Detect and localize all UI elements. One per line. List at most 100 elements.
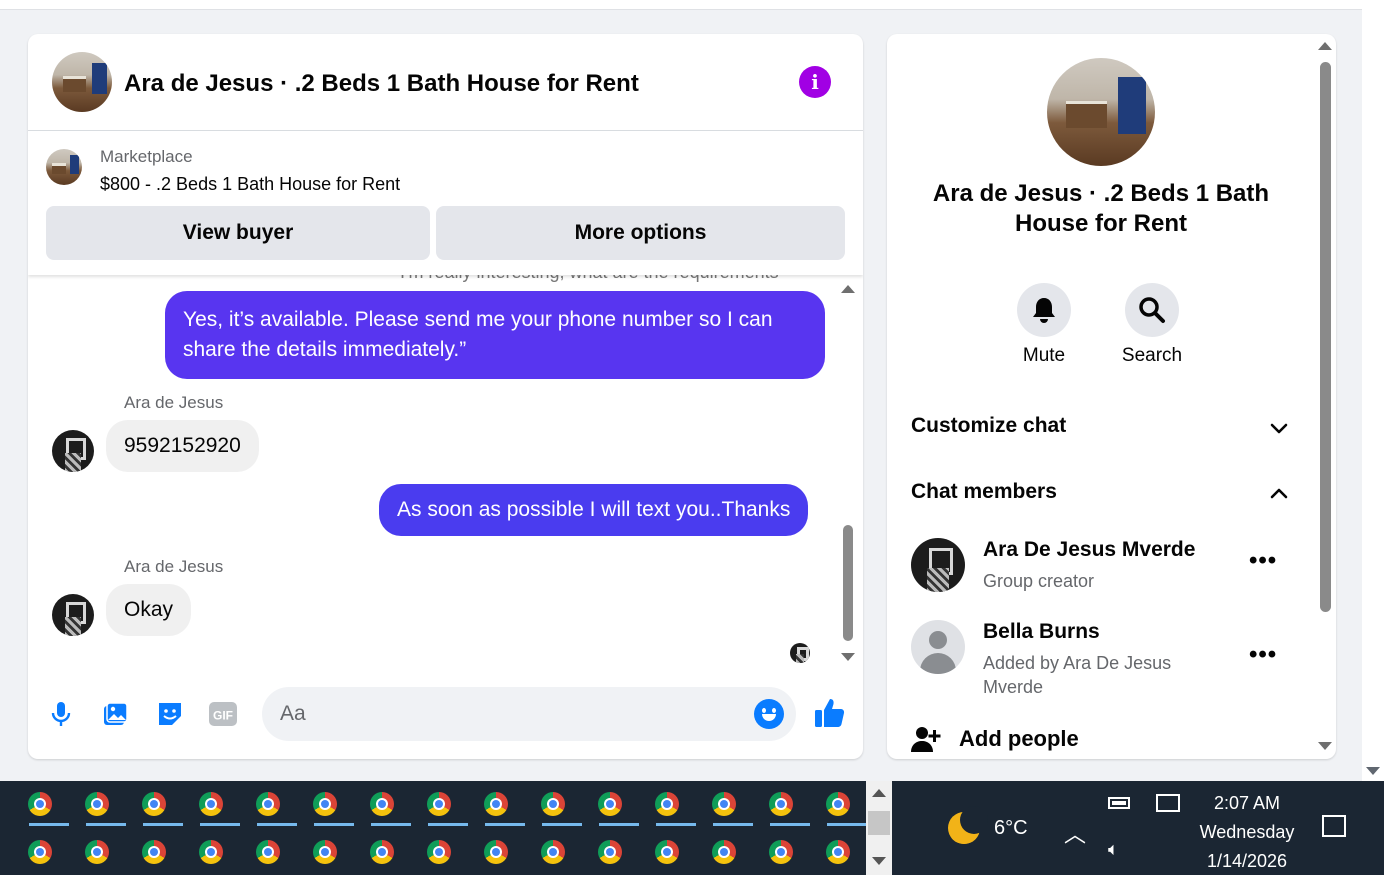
customize-chat-section[interactable]: Customize chat	[911, 414, 1291, 438]
chat-members-section[interactable]: Chat members	[911, 480, 1291, 504]
message-input[interactable]: Aa	[262, 687, 796, 741]
chrome-window-icon[interactable]	[826, 840, 850, 864]
listing-avatar[interactable]	[52, 52, 112, 112]
chrome-window-icon[interactable]	[484, 792, 508, 816]
sender-name: Ara de Jesus	[124, 393, 224, 412]
chrome-window-icon[interactable]	[598, 792, 622, 816]
outgoing-message[interactable]: As soon as possible I will text you..Tha…	[379, 484, 809, 536]
message-scrollbar-thumb[interactable]	[843, 525, 853, 641]
running-indicator	[656, 823, 696, 826]
weather-moon-icon[interactable]	[948, 806, 988, 844]
chrome-window-icon[interactable]	[85, 792, 109, 816]
browser-top-edge	[0, 0, 1362, 10]
page-scrollbar[interactable]	[1362, 0, 1384, 781]
chat-header: Ara de Jesus · .2 Beds 1 Bath House for …	[28, 34, 863, 131]
chrome-window-icon[interactable]	[769, 840, 793, 864]
chrome-window-icon[interactable]	[712, 792, 736, 816]
chrome-window-icon[interactable]	[370, 792, 394, 816]
chrome-window-icon[interactable]	[313, 792, 337, 816]
scroll-down-arrow-icon[interactable]	[872, 857, 886, 865]
view-buyer-button[interactable]: View buyer	[46, 206, 430, 260]
mute-button[interactable]: Mute	[994, 283, 1094, 367]
taskbar-scrollbar[interactable]	[866, 781, 892, 875]
listing-title[interactable]: $800 - .2 Beds 1 Bath House for Rent	[100, 174, 400, 195]
chrome-window-icon[interactable]	[199, 840, 223, 864]
chrome-window-icon[interactable]	[142, 840, 166, 864]
gif-icon[interactable]: GIF	[208, 699, 238, 729]
clock-day: Wednesday	[1199, 822, 1295, 842]
chrome-window-icon[interactable]	[199, 792, 223, 816]
chrome-window-icon[interactable]	[28, 792, 52, 816]
clock[interactable]: 2:07 AM Wednesday 1/14/2026	[1190, 789, 1304, 875]
chrome-window-icon[interactable]	[28, 840, 52, 864]
chrome-window-icon[interactable]	[370, 840, 394, 864]
chrome-window-icon[interactable]	[655, 792, 679, 816]
chat-members-label: Chat members	[911, 480, 1057, 503]
chrome-window-icon[interactable]	[313, 840, 337, 864]
taskbar-scroll-thumb[interactable]	[868, 811, 890, 835]
mute-label: Mute	[1022, 345, 1066, 366]
thumbs-up-icon[interactable]	[812, 695, 848, 731]
chrome-window-icon[interactable]	[541, 840, 565, 864]
chrome-window-icon[interactable]	[712, 840, 736, 864]
show-hidden-icons-icon[interactable]: ︿	[1064, 817, 1086, 849]
svg-text:GIF: GIF	[213, 709, 233, 723]
conversation-info-panel: Ara de Jesus · .2 Beds 1 Bath House for …	[887, 34, 1336, 759]
chrome-window-icon[interactable]	[427, 840, 451, 864]
search-label: Search	[1121, 345, 1183, 366]
outgoing-message[interactable]: Yes, it’s available. Please send me your…	[165, 291, 825, 379]
chrome-window-icon[interactable]	[826, 792, 850, 816]
add-people-label: Add people	[959, 726, 1079, 751]
partially-hidden-message: I'm really interesting, what are the req…	[400, 275, 779, 283]
chrome-window-icon[interactable]	[598, 840, 622, 864]
emoji-icon[interactable]	[754, 699, 784, 729]
chrome-window-icon[interactable]	[256, 792, 280, 816]
chrome-window-icon[interactable]	[484, 840, 508, 864]
more-options-icon[interactable]: •••	[1249, 643, 1277, 667]
chrome-window-icon[interactable]	[769, 792, 793, 816]
scroll-down-arrow-icon[interactable]	[1318, 742, 1332, 750]
message-list[interactable]: I'm really interesting, what are the req…	[28, 275, 863, 675]
conversation-avatar[interactable]	[1047, 58, 1155, 166]
sticker-icon[interactable]	[155, 699, 185, 729]
chrome-window-icon[interactable]	[541, 792, 565, 816]
running-indicator	[428, 823, 468, 826]
chrome-window-icon[interactable]	[655, 840, 679, 864]
network-icon[interactable]	[1156, 794, 1180, 812]
member-name: Bella Burns	[983, 620, 1100, 643]
sender-avatar[interactable]	[52, 430, 94, 472]
scroll-up-arrow-icon[interactable]	[872, 789, 886, 797]
incoming-message[interactable]: 9592152920	[106, 420, 259, 472]
battery-icon[interactable]	[1108, 797, 1130, 809]
marketplace-label: Marketplace	[100, 147, 193, 166]
chrome-window-icon[interactable]	[256, 840, 280, 864]
scroll-up-arrow-icon[interactable]	[841, 285, 855, 293]
member-avatar[interactable]	[911, 620, 965, 674]
volume-icon[interactable]: 🔈︎	[1108, 839, 1119, 860]
incoming-message[interactable]: Okay	[106, 584, 192, 636]
chrome-window-icon[interactable]	[85, 840, 109, 864]
scroll-down-arrow-icon[interactable]	[841, 653, 855, 661]
scroll-up-arrow-icon[interactable]	[1318, 42, 1332, 50]
composer-bar: GIF Aa	[28, 675, 863, 759]
photo-icon[interactable]	[100, 699, 130, 729]
chrome-window-icon[interactable]	[142, 792, 166, 816]
listing-thumbnail[interactable]	[46, 149, 82, 185]
member-role: Added by Ara De Jesus Mverde	[983, 653, 1172, 697]
add-person-icon	[911, 727, 941, 752]
windows-taskbar: 6°C ︿ 🔈︎ 2:07 AM Wednesday 1/14/2026	[0, 781, 1384, 875]
microphone-icon[interactable]	[46, 699, 76, 729]
chrome-window-icon[interactable]	[427, 792, 451, 816]
sender-avatar[interactable]	[52, 594, 94, 636]
weather-temperature[interactable]: 6°C	[994, 817, 1028, 840]
info-icon[interactable]: i	[799, 66, 831, 98]
search-button[interactable]: Search	[1102, 283, 1202, 367]
more-options-icon[interactable]: •••	[1249, 549, 1277, 573]
notification-icon[interactable]	[1322, 815, 1346, 837]
chat-title[interactable]: Ara de Jesus · .2 Beds 1 Bath House for …	[124, 70, 639, 98]
scroll-down-arrow-icon[interactable]	[1366, 767, 1380, 775]
running-indicator	[143, 823, 183, 826]
member-avatar[interactable]	[911, 538, 965, 592]
info-scrollbar-thumb[interactable]	[1320, 62, 1331, 612]
more-options-button[interactable]: More options	[436, 206, 845, 260]
